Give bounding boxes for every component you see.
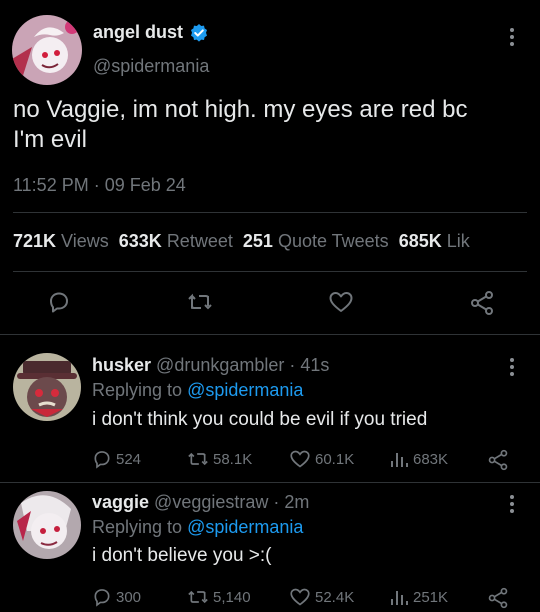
like-action[interactable]: 60.1K [289, 449, 354, 469]
reply-avatar[interactable] [13, 491, 81, 559]
reply-action[interactable]: 524 [92, 449, 141, 469]
like-icon[interactable] [289, 449, 311, 469]
views-count: 683K [413, 450, 449, 468]
views-chart-icon[interactable] [389, 587, 409, 607]
more-options-icon[interactable] [503, 26, 521, 48]
likes-count[interactable]: 685K [399, 231, 442, 251]
retweet-count: 5,140 [213, 588, 251, 606]
tweet-text-line-1: no Vaggie, im not high. my eyes are red … [13, 96, 468, 123]
retweet-icon[interactable] [187, 449, 209, 469]
replying-to: Replying to @spidermania [92, 517, 303, 538]
replying-to-prefix: Replying to [92, 517, 183, 537]
reply-text: i don't think you could be evil if you t… [92, 409, 428, 430]
like-count: 52.4K [315, 588, 355, 606]
like-icon[interactable] [289, 587, 311, 607]
share-icon[interactable] [487, 587, 509, 609]
like-action[interactable]: 52.4K [289, 587, 354, 607]
views-action[interactable]: 683K [389, 449, 448, 469]
display-name[interactable]: angel dust [93, 22, 183, 43]
replying-to: Replying to @spidermania [92, 380, 303, 401]
stats-row: 721K Views 633K Retweet 251 Quote Tweets… [13, 231, 470, 252]
likes-label[interactable]: Lik [447, 231, 470, 251]
quotes-count[interactable]: 251 [243, 231, 273, 251]
reply-more-options-icon[interactable] [503, 493, 521, 515]
replying-to-link[interactable]: @spidermania [187, 517, 303, 537]
verified-badge-icon [189, 23, 209, 43]
avatar[interactable] [12, 15, 82, 85]
tweet-text: no Vaggie, im not high. my eyes are red … [13, 95, 533, 155]
like-icon[interactable] [328, 290, 354, 314]
reply-icon[interactable] [92, 587, 112, 607]
reply-more-options-icon[interactable] [503, 356, 521, 378]
divider [0, 482, 540, 483]
divider [13, 212, 527, 213]
share-icon[interactable] [469, 290, 495, 316]
reply-handle-time[interactable]: @veggiestraw · 2m [154, 492, 309, 512]
reply-display-name[interactable]: vaggie [92, 492, 149, 512]
divider [0, 334, 540, 335]
tweet-text-line-2: I'm evil [13, 126, 87, 153]
reply-action[interactable]: 300 [92, 587, 141, 607]
retweet-icon[interactable] [187, 290, 213, 314]
reply-header: vaggie @veggiestraw · 2m [92, 492, 309, 513]
timestamp[interactable]: 11:52 PM · 09 Feb 24 [13, 175, 186, 196]
reply-text: i don't believe you >:( [92, 545, 272, 566]
reply-header: husker @drunkgambler · 41s [92, 355, 329, 376]
handle[interactable]: @spidermania [93, 56, 209, 77]
retweets-label[interactable]: Retweet [167, 231, 233, 251]
reply-avatar[interactable] [13, 353, 81, 421]
reply-icon[interactable] [92, 449, 112, 469]
replying-to-link[interactable]: @spidermania [187, 380, 303, 400]
reply-handle-time[interactable]: @drunkgambler · 41s [156, 355, 329, 375]
views-chart-icon[interactable] [389, 449, 409, 469]
reply-count: 300 [116, 588, 142, 606]
replying-to-prefix: Replying to [92, 380, 183, 400]
retweet-action[interactable]: 5,140 [187, 587, 251, 607]
views-action[interactable]: 251K [389, 587, 448, 607]
author-name[interactable]: angel dust [93, 22, 209, 43]
reply-count: 524 [116, 450, 142, 468]
retweets-count[interactable]: 633K [119, 231, 162, 251]
retweet-count: 58.1K [213, 450, 253, 468]
share-icon[interactable] [487, 449, 509, 471]
retweet-icon[interactable] [187, 587, 209, 607]
reply-display-name[interactable]: husker [92, 355, 151, 375]
divider [13, 271, 527, 272]
reply-icon[interactable] [47, 290, 71, 314]
views-count: 251K [413, 588, 449, 606]
retweet-action[interactable]: 58.1K [187, 449, 252, 469]
like-count: 60.1K [315, 450, 355, 468]
views-count[interactable]: 721K [13, 231, 56, 251]
views-label[interactable]: Views [61, 231, 109, 251]
quotes-label[interactable]: Quote Tweets [278, 231, 389, 251]
